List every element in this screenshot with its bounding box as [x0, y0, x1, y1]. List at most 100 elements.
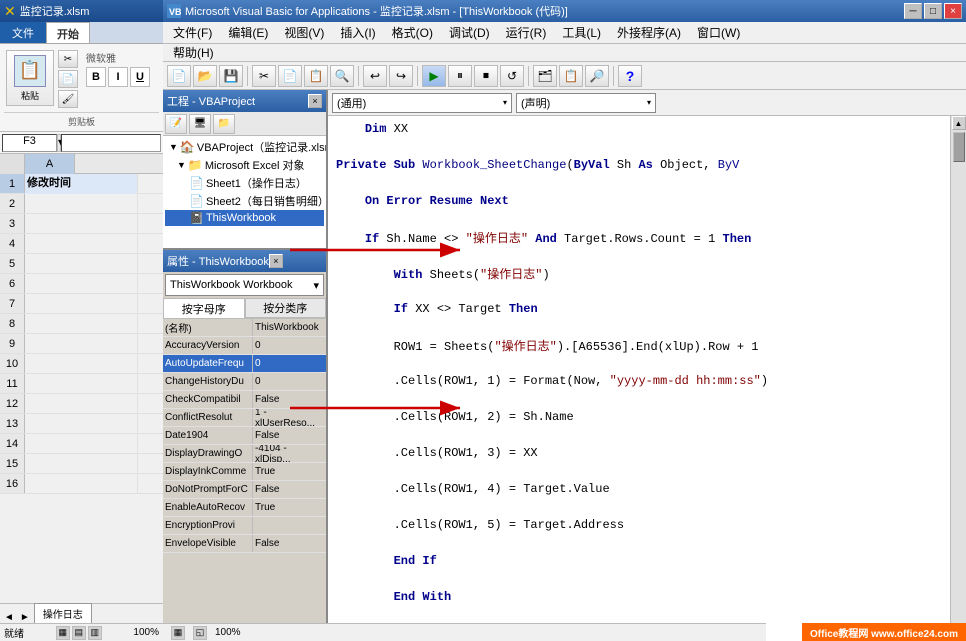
tree-sheet2[interactable]: 📄 Sheet2（每日销售明细） — [165, 192, 324, 210]
toolbar-project[interactable]: 🗂 — [533, 65, 557, 87]
cut-button[interactable]: ✂ — [58, 50, 78, 68]
code-area[interactable]: Dim XX Private Sub Workbook_SheetChange(… — [328, 116, 950, 641]
grid-row-7: 7 — [0, 294, 163, 314]
expand-icon-excel[interactable]: ▼ — [177, 160, 186, 170]
status-icon1[interactable]: ▦ — [171, 626, 185, 640]
props-close-btn[interactable]: × — [269, 254, 283, 268]
toolbar-redo[interactable]: ↪ — [389, 65, 413, 87]
menu-debug[interactable]: 调试(D) — [443, 22, 496, 43]
close-button[interactable]: × — [944, 3, 962, 19]
layout-view-btn[interactable]: ▤ — [72, 626, 86, 640]
copy-button[interactable]: 📄 — [58, 70, 78, 88]
toolbar-undo[interactable]: ↩ — [363, 65, 387, 87]
toolbar-reset[interactable]: ↺ — [500, 65, 524, 87]
tree-vbaproject[interactable]: ▼ 🏠 VBAProject（监控记录.xlsm） — [165, 138, 324, 156]
menu-addins[interactable]: 外接程序(A) — [611, 22, 687, 43]
props-row-accuracy: AccuracyVersion 0 — [163, 337, 326, 355]
sheet2-label: Sheet2（每日销售明细） — [206, 193, 326, 209]
normal-view-btn[interactable]: ▦ — [56, 626, 70, 640]
cell-a1[interactable]: 修改时间 — [25, 174, 138, 194]
toolbar-sep3 — [417, 66, 418, 86]
code-line-15: .Cells(ROW1, 1) = Format(Now, "yyyy-mm-d… — [336, 372, 942, 390]
props-row-date1904: Date1904 False — [163, 427, 326, 445]
formula-bar[interactable] — [61, 134, 161, 152]
toolbar-find[interactable]: 🔍 — [330, 65, 354, 87]
toolbar-sep2 — [358, 66, 359, 86]
minimize-button[interactable]: ─ — [904, 3, 922, 19]
page-break-btn[interactable]: ▥ — [88, 626, 102, 640]
vba-main: 工程 - VBAProject × 📝 🖥 📁 ▼ 🏠 VBAProject（监… — [163, 90, 966, 641]
toolbar-objbrowser[interactable]: 🔎 — [585, 65, 609, 87]
excel-tab-row: 文件 开始 — [0, 22, 163, 44]
toolbar-new[interactable]: 📄 — [167, 65, 191, 87]
toolbar-open[interactable]: 📂 — [193, 65, 217, 87]
watermark-text: Office教程网 www.office24.com — [810, 625, 958, 640]
proj-btn-folder[interactable]: 📁 — [213, 114, 235, 134]
svg-text:VB: VB — [169, 7, 181, 17]
grid-row-14: 14 — [0, 434, 163, 454]
name-box[interactable]: F3 — [2, 134, 57, 152]
select-all[interactable] — [0, 154, 25, 174]
tree-thisworkbook[interactable]: 📓 ThisWorkbook — [165, 210, 324, 226]
office-watermark: Office教程网 www.office24.com — [802, 623, 966, 641]
props-tab-alpha[interactable]: 按字母序 — [163, 298, 245, 318]
toolbar-copy2[interactable]: 📄 — [278, 65, 302, 87]
code-editor-row: Dim XX Private Sub Workbook_SheetChange(… — [328, 116, 966, 641]
status-icon2[interactable]: ◱ — [193, 626, 207, 640]
tree-excel-objects[interactable]: ▼ 📁 Microsoft Excel 对象 — [165, 156, 324, 174]
font-section: 微软雅 B I U — [86, 50, 150, 87]
menu-file[interactable]: 文件(F) — [167, 22, 218, 43]
menu-insert[interactable]: 插入(I) — [334, 22, 381, 43]
props-row-displayink: DisplayInkComme True — [163, 463, 326, 481]
tab-file[interactable]: 文件 — [0, 22, 46, 43]
props-row-autoupdate[interactable]: AutoUpdateFrequ 0 — [163, 355, 326, 373]
props-dropdown[interactable]: ThisWorkbook Workbook ▾ — [165, 274, 324, 296]
props-tab-category[interactable]: 按分类序 — [245, 298, 327, 318]
toolbar-properties[interactable]: 📋 — [559, 65, 583, 87]
tab-home[interactable]: 开始 — [46, 22, 90, 43]
toolbar-help-btn[interactable]: ? — [618, 65, 642, 87]
format-painter-button[interactable]: 🖌 — [58, 90, 78, 108]
sheet-next-btn[interactable]: ► — [18, 612, 32, 623]
menu-edit[interactable]: 编辑(E) — [222, 22, 274, 43]
toolbar-run[interactable]: ▶ — [422, 65, 446, 87]
tree-sheet1[interactable]: 📄 Sheet1（操作日志） — [165, 174, 324, 192]
sheet-prev-btn[interactable]: ◄ — [2, 612, 16, 623]
code-line-1: Dim XX — [336, 120, 942, 138]
toolbar-paste2[interactable]: 📋 — [304, 65, 328, 87]
menu-tools[interactable]: 工具(L) — [556, 22, 607, 43]
expand-icon-root[interactable]: ▼ — [169, 142, 178, 152]
toolbar-sep4 — [528, 66, 529, 86]
paste-label: 粘贴 — [21, 89, 39, 102]
grid-row-9: 9 — [0, 334, 163, 354]
menu-format[interactable]: 格式(O) — [386, 22, 439, 43]
project-close-btn[interactable]: × — [308, 94, 322, 108]
font-name: 微软雅 — [86, 50, 150, 65]
object-dropdown[interactable]: (通用) ▾ — [332, 93, 512, 113]
code-line-17: .Cells(ROW1, 2) = Sh.Name — [336, 408, 942, 426]
code-line-16 — [336, 390, 942, 408]
toolbar-pause[interactable]: ⏸ — [448, 65, 472, 87]
proj-btn-form[interactable]: 🖥 — [189, 114, 211, 134]
vba-menubar2: 帮助(H) — [163, 44, 966, 62]
paste-button[interactable]: 📋 粘贴 — [6, 50, 54, 106]
menu-view[interactable]: 视图(V) — [278, 22, 330, 43]
italic-button[interactable]: I — [108, 67, 128, 87]
props-row-encryption: EncryptionProvi — [163, 517, 326, 535]
grid-row-11: 11 — [0, 374, 163, 394]
menu-run[interactable]: 运行(R) — [500, 22, 553, 43]
scroll-up-btn[interactable]: ▲ — [952, 116, 966, 130]
sheet-tab-log[interactable]: 操作日志 — [34, 603, 92, 623]
toolbar-save[interactable]: 💾 — [219, 65, 243, 87]
menu-window[interactable]: 窗口(W) — [691, 22, 746, 43]
underline-button[interactable]: U — [130, 67, 150, 87]
scroll-thumb-v[interactable] — [953, 132, 965, 162]
proj-btn-view[interactable]: 📝 — [165, 114, 187, 134]
toolbar-cut2[interactable]: ✂ — [252, 65, 276, 87]
bold-button[interactable]: B — [86, 67, 106, 87]
menu-help[interactable]: 帮助(H) — [167, 42, 220, 63]
grid-row-13: 13 — [0, 414, 163, 434]
proc-dropdown[interactable]: (声明) ▾ — [516, 93, 656, 113]
restore-button[interactable]: □ — [924, 3, 942, 19]
toolbar-stop[interactable]: ⏹ — [474, 65, 498, 87]
